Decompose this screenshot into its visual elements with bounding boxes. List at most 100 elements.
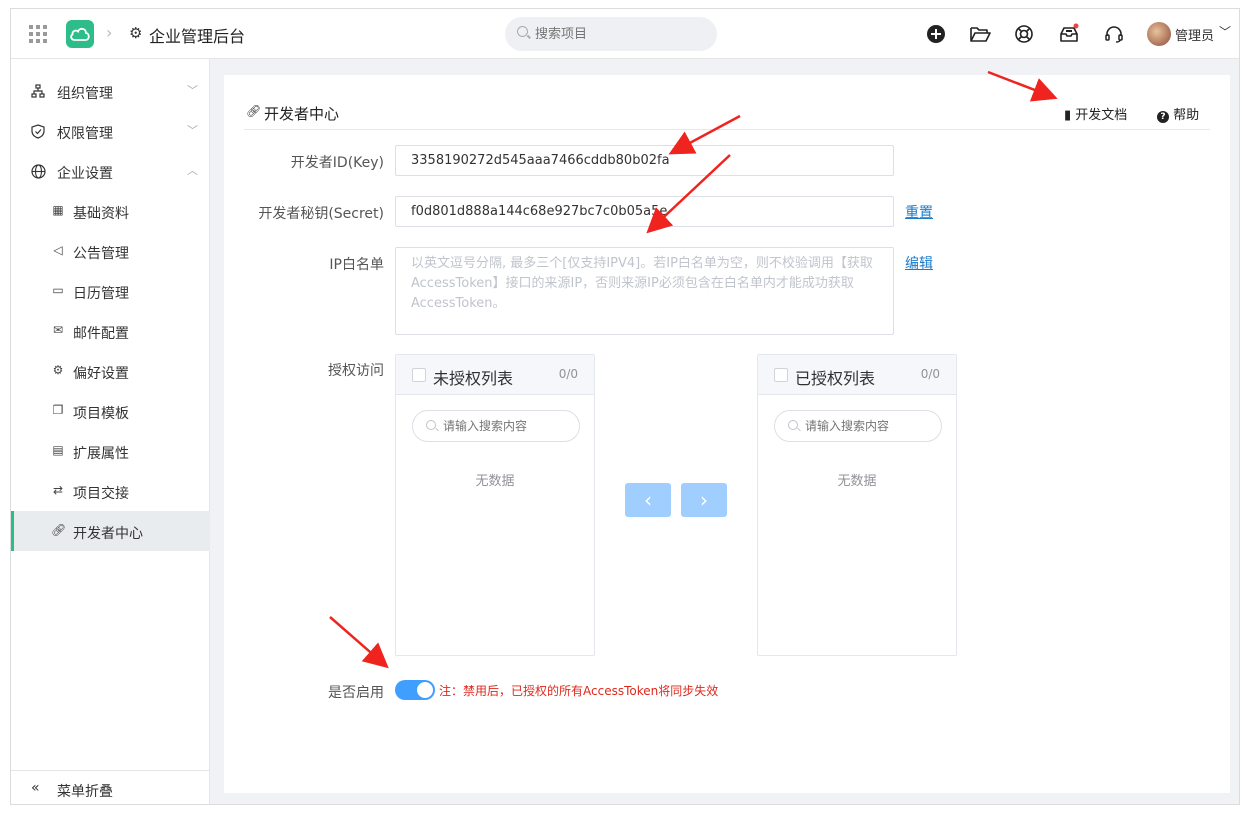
- chevron-down-icon: ﹀: [187, 84, 198, 97]
- sidebar: 组织管理 ﹀ 权限管理 ﹀ 企业设置 ︿ ▦ 基础资料 ◁ 公告管理 ▭ 日历管…: [11, 59, 210, 804]
- search-icon: [517, 26, 528, 37]
- toggle-knob: [417, 682, 433, 698]
- sidebar-item-templates[interactable]: ❐ 项目模板: [11, 391, 210, 431]
- menu-collapse-button[interactable]: « 菜单折叠: [11, 770, 210, 804]
- top-bar: › ⚙ 企业管理后台 管理员 ﹀: [11, 9, 1239, 59]
- sidebar-item-mail[interactable]: ✉ 邮件配置: [11, 311, 210, 351]
- unauthorized-search-input[interactable]: [412, 410, 580, 442]
- calendar-icon: ▭: [52, 283, 64, 297]
- help-link[interactable]: ? 帮助: [1157, 104, 1199, 123]
- sidebar-group-permissions[interactable]: 权限管理 ﹀: [11, 111, 210, 151]
- authorized-list-panel: 已授权列表 0/0 无数据: [757, 354, 957, 656]
- transfer-count: 0/0: [558, 367, 578, 381]
- enable-label: 是否启用: [328, 685, 384, 701]
- search-input[interactable]: [505, 17, 717, 51]
- swap-icon: ⇄: [52, 483, 64, 497]
- select-all-checkbox[interactable]: [774, 368, 788, 382]
- sidebar-item-label: 项目交接: [73, 486, 129, 502]
- unauthorized-list-panel: 未授权列表 0/0 无数据: [395, 354, 595, 656]
- sidebar-item-developer-center[interactable]: 🔗︎ 开发者中心: [11, 511, 210, 551]
- sidebar-item-label: 日历管理: [73, 286, 129, 302]
- ip-whitelist-textarea[interactable]: 以英文逗号分隔, 最多三个[仅支持IPV4]。若IP白名单为空，则不校验调用【获…: [395, 247, 894, 335]
- transfer-count: 0/0: [920, 367, 940, 381]
- reset-secret-link[interactable]: 重置: [905, 202, 933, 222]
- chevron-up-icon: ︿: [187, 164, 198, 177]
- app-grid-icon[interactable]: [29, 25, 47, 43]
- sidebar-group-enterprise[interactable]: 企业设置 ︿: [11, 151, 210, 191]
- page-title: 开发者中心: [264, 105, 340, 123]
- sidebar-item-label: 基础资料: [73, 206, 129, 222]
- cloud-logo-icon[interactable]: [66, 20, 94, 48]
- move-right-button[interactable]: ›: [681, 483, 727, 517]
- headset-icon[interactable]: [1102, 22, 1126, 46]
- chevron-right-icon: ›: [700, 488, 708, 512]
- chevron-down-icon: ﹀: [187, 124, 198, 137]
- sidebar-item-calendar[interactable]: ▭ 日历管理: [11, 271, 210, 311]
- username[interactable]: 管理员: [1175, 25, 1214, 44]
- chevron-down-icon[interactable]: ﹀: [1219, 23, 1231, 40]
- menu-collapse-label: 菜单折叠: [57, 784, 113, 800]
- folder-open-icon[interactable]: [968, 22, 992, 46]
- move-left-button[interactable]: ‹: [625, 483, 671, 517]
- developer-center-panel: 🔗︎ 开发者中心 ▮ 开发文档 ? 帮助 开发者ID(Key) 开发者秘钥(Se…: [224, 75, 1230, 793]
- org-chart-icon: [31, 84, 45, 102]
- enable-toggle[interactable]: [395, 680, 435, 700]
- sidebar-item-label: 扩展属性: [73, 446, 129, 462]
- chevron-left-icon: ‹: [644, 488, 652, 512]
- link-icon: 🔗︎: [246, 104, 262, 118]
- question-circle-icon: ?: [1157, 111, 1169, 123]
- edit-whitelist-link[interactable]: 编辑: [905, 253, 933, 273]
- sidebar-item-label: 开发者中心: [73, 526, 143, 542]
- sidebar-group-label: 组织管理: [57, 86, 113, 102]
- transfer-header: 已授权列表 0/0: [758, 355, 956, 395]
- sidebar-item-preferences[interactable]: ⚙ 偏好设置: [11, 351, 210, 391]
- developer-secret-field[interactable]: [395, 196, 894, 227]
- shield-icon: [31, 124, 45, 143]
- globe-icon: [31, 164, 46, 183]
- gear-icon: ⚙: [52, 363, 64, 377]
- grid-icon: ▦: [52, 203, 64, 217]
- megaphone-icon: ◁: [53, 243, 63, 257]
- mail-icon: ✉: [52, 323, 64, 337]
- sidebar-item-label: 公告管理: [73, 246, 129, 262]
- sidebar-item-basic-info[interactable]: ▦ 基础资料: [11, 191, 210, 231]
- select-all-checkbox[interactable]: [412, 368, 426, 382]
- chevron-right-icon: ›: [106, 23, 113, 42]
- disable-warning-note: 注：禁用后，已授权的所有AccessToken将同步失效: [439, 684, 719, 698]
- panel-header: 🔗︎ 开发者中心 ▮ 开发文档 ? 帮助: [244, 95, 1210, 130]
- sidebar-group-label: 企业设置: [57, 166, 113, 182]
- app-title: 企业管理后台: [149, 27, 246, 46]
- double-chevron-left-icon: «: [31, 780, 40, 796]
- book-icon: ▮: [1064, 108, 1072, 123]
- add-circle-icon[interactable]: [924, 22, 948, 46]
- authorized-search-input[interactable]: [774, 410, 942, 442]
- avatar[interactable]: [1147, 22, 1171, 46]
- transfer-title: 已授权列表: [795, 369, 876, 388]
- developer-docs-link[interactable]: ▮ 开发文档: [1064, 104, 1127, 123]
- document-icon: ▤: [52, 443, 64, 457]
- empty-state-text: 无数据: [837, 474, 877, 489]
- gear-icon: ⚙: [129, 24, 143, 42]
- authorized-access-label: 授权访问: [328, 363, 384, 379]
- sidebar-item-announcements[interactable]: ◁ 公告管理: [11, 231, 210, 271]
- sidebar-group-label: 权限管理: [57, 126, 113, 142]
- developer-key-field[interactable]: [395, 145, 894, 176]
- search-icon: [426, 420, 436, 430]
- sidebar-group-org[interactable]: 组织管理 ﹀: [11, 71, 210, 111]
- search-icon: [788, 420, 798, 430]
- empty-state-text: 无数据: [475, 474, 515, 489]
- developer-key-label: 开发者ID(Key): [290, 155, 384, 171]
- app-window: › ⚙ 企业管理后台 管理员 ﹀ 组织管理 ﹀: [10, 8, 1240, 805]
- sidebar-item-label: 项目模板: [73, 406, 129, 422]
- lifebuoy-icon[interactable]: [1012, 22, 1036, 46]
- sidebar-item-extended-attributes[interactable]: ▤ 扩展属性: [11, 431, 210, 471]
- sidebar-item-label: 偏好设置: [73, 366, 129, 382]
- transfer-title: 未授权列表: [433, 369, 514, 388]
- link-icon: 🔗︎: [51, 523, 67, 537]
- copy-icon: ❐: [52, 403, 64, 417]
- developer-secret-label: 开发者秘钥(Secret): [258, 206, 384, 222]
- ip-whitelist-label: IP白名单: [329, 257, 384, 273]
- sidebar-item-handover[interactable]: ⇄ 项目交接: [11, 471, 210, 511]
- inbox-icon[interactable]: [1057, 22, 1081, 46]
- sidebar-item-label: 邮件配置: [73, 326, 129, 342]
